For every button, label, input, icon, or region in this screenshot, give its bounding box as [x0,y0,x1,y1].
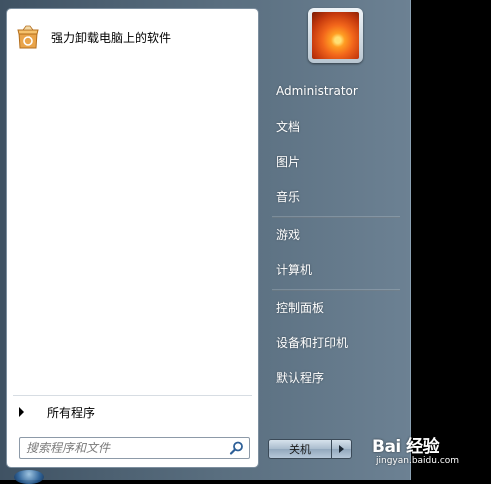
start-menu: 强力卸载电脑上的软件 所有程序 Administrator 文档 [0,0,411,480]
default-programs-link[interactable]: 默认程序 [266,364,404,390]
baidu-watermark: Bai 经验 jingyan.baidu.com [372,432,487,476]
search-input[interactable] [20,441,229,455]
program-item-uninstaller[interactable]: 强力卸载电脑上的软件 [15,17,250,57]
program-label: 强力卸载电脑上的软件 [51,30,172,45]
shutdown-options-button[interactable] [332,439,352,459]
link-label: 计算机 [276,262,313,277]
uninstaller-box-icon [15,24,41,50]
programs-pane: 强力卸载电脑上的软件 所有程序 [6,8,259,468]
all-programs-button[interactable]: 所有程序 [15,401,250,423]
triangle-right-icon [19,407,24,417]
link-label: 音乐 [276,189,301,204]
user-name-link[interactable]: Administrator [266,78,404,104]
watermark-url: jingyan.baidu.com [376,456,460,466]
shutdown-button[interactable]: 关机 [268,439,332,459]
triangle-right-icon [339,445,344,453]
control-panel-link[interactable]: 控制面板 [266,294,404,320]
watermark-brand: Bai 经验 [372,437,440,457]
separator [272,216,400,218]
search-icon[interactable] [229,440,245,456]
start-orb-icon[interactable] [14,470,44,484]
search-box[interactable] [19,437,250,459]
pictures-link[interactable]: 图片 [266,148,404,174]
shutdown-label: 关机 [289,443,311,456]
link-label: 文档 [276,119,301,134]
flower-picture-icon [312,12,359,59]
music-link[interactable]: 音乐 [266,183,404,209]
shutdown-group: 关机 [268,439,352,459]
divider [13,395,252,396]
games-link[interactable]: 游戏 [266,221,404,247]
devices-printers-link[interactable]: 设备和打印机 [266,329,404,355]
link-label: 默认程序 [276,370,325,385]
link-label: 游戏 [276,227,301,242]
documents-link[interactable]: 文档 [266,113,404,139]
computer-link[interactable]: 计算机 [266,256,404,282]
separator [272,289,400,291]
user-picture[interactable] [308,8,363,63]
link-label: 图片 [276,154,301,169]
all-programs-label: 所有程序 [47,405,96,420]
link-label: 控制面板 [276,300,325,315]
user-name-label: Administrator [276,84,358,98]
link-label: 设备和打印机 [276,335,349,350]
